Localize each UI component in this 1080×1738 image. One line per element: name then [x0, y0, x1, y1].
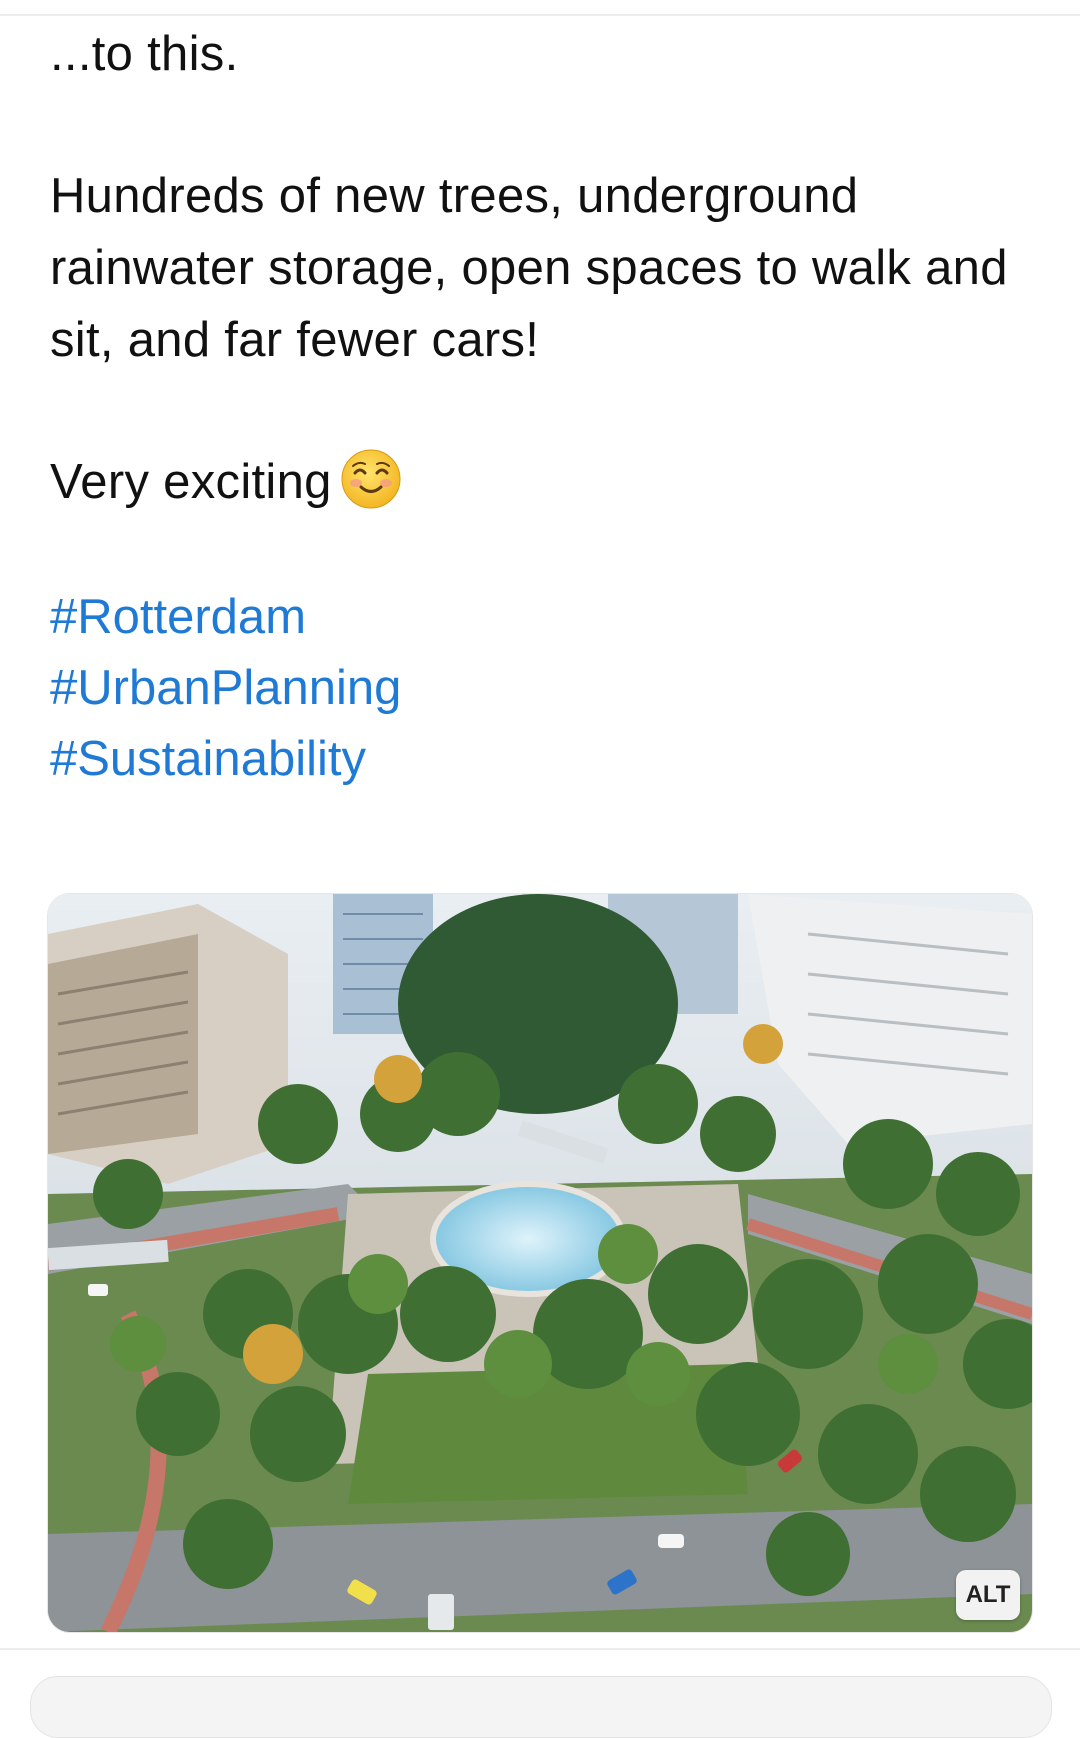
post-closing-text: Very exciting — [50, 455, 332, 509]
alt-text-button[interactable]: ALT — [956, 1570, 1020, 1620]
hashtag-link[interactable]: #UrbanPlanning — [50, 653, 1040, 724]
post-body-text: Hundreds of new trees, underground rainw… — [50, 169, 1008, 367]
post-closing-line: Very exciting — [50, 446, 1040, 518]
post-image[interactable]: ALT — [48, 894, 1032, 1632]
bottom-divider — [0, 1648, 1080, 1650]
top-divider — [0, 0, 1080, 16]
next-post-card[interactable] — [30, 1676, 1052, 1738]
hashtag-link[interactable]: #Rotterdam — [50, 582, 1040, 653]
smiling-face-emoji-icon — [340, 448, 402, 510]
hashtag-list: #Rotterdam #UrbanPlanning #Sustainabilit… — [50, 582, 1040, 795]
hashtag-link[interactable]: #Sustainability — [50, 724, 1040, 795]
urban-park-rendering-illustration — [48, 894, 1032, 1632]
post-content: ...to this. Hundreds of new trees, under… — [50, 18, 1040, 795]
post-intro-text: ...to this. — [50, 27, 239, 81]
